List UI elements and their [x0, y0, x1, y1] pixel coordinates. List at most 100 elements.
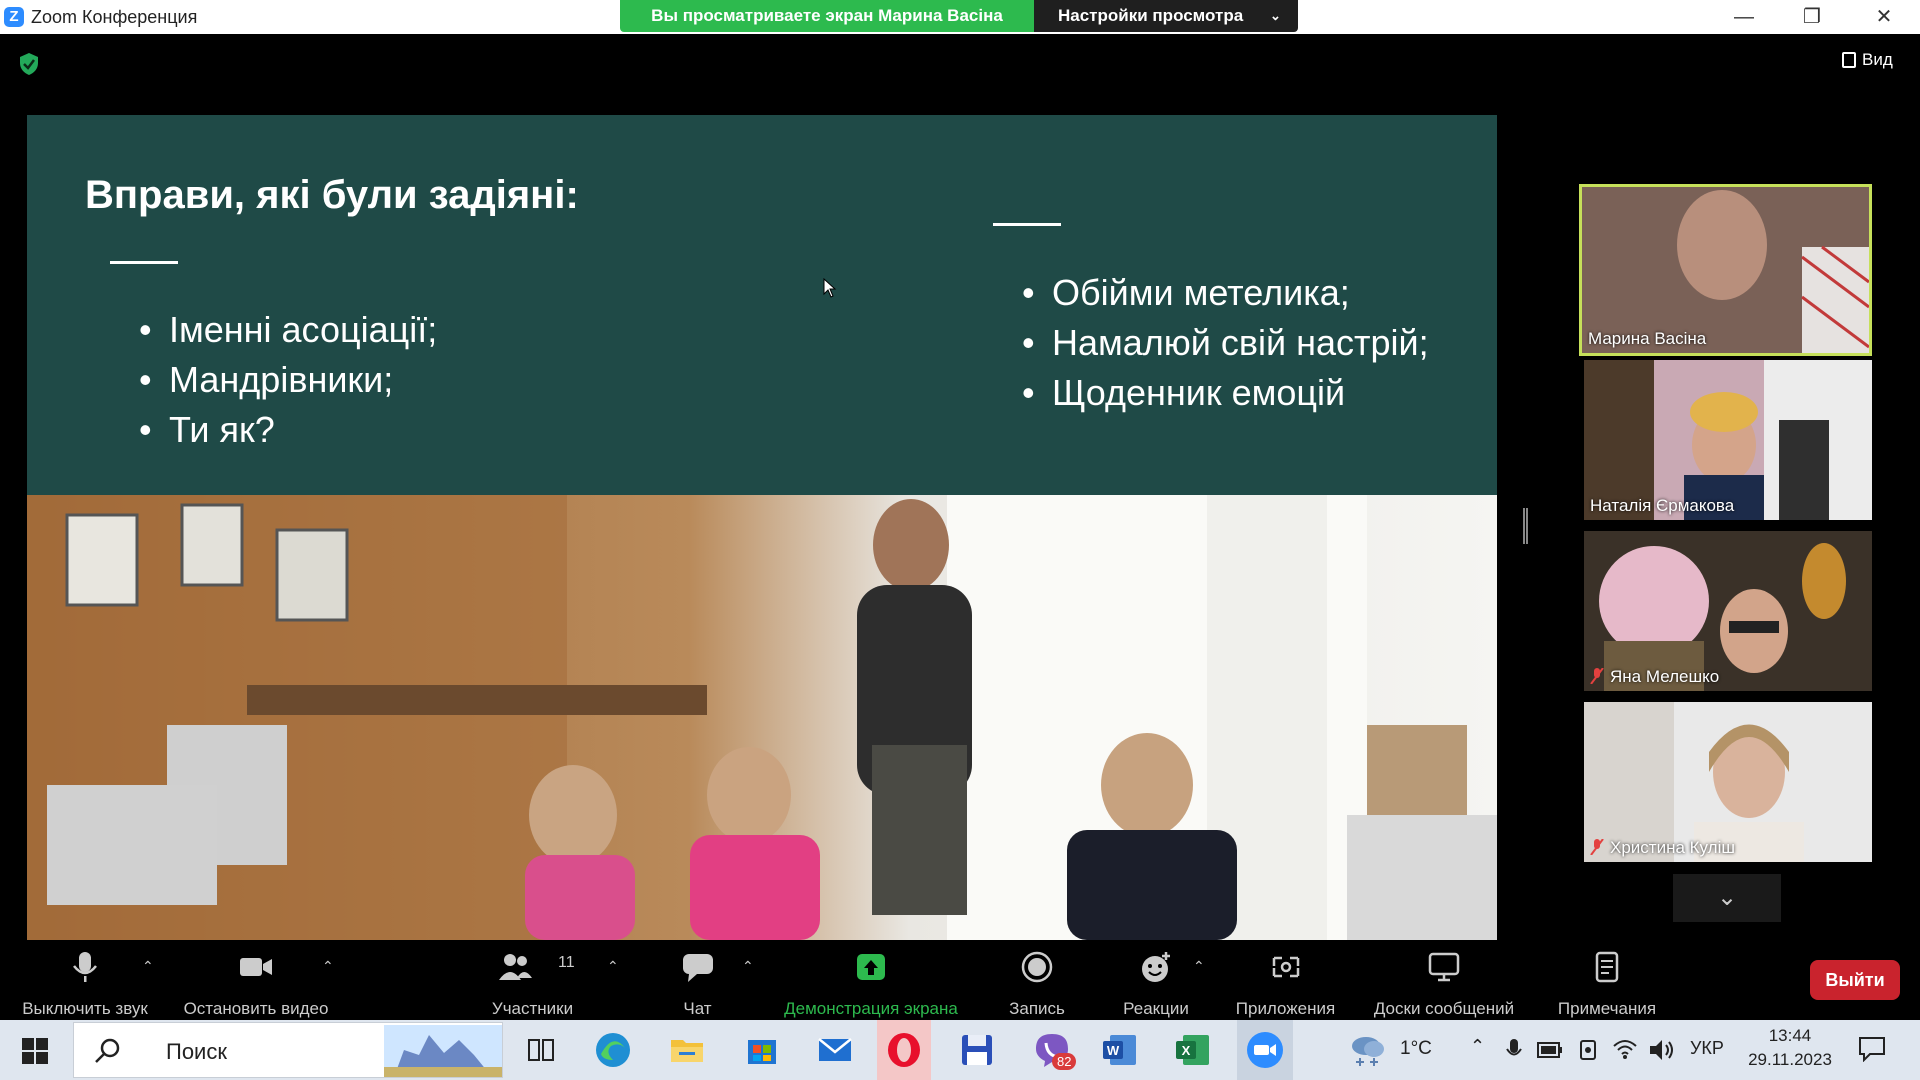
apps-icon	[1272, 956, 1299, 978]
leave-meeting-button[interactable]: Выйти	[1810, 960, 1900, 1000]
mail-icon[interactable]	[815, 1030, 855, 1070]
reactions-button[interactable]: Реакции	[1116, 940, 1196, 1020]
wifi-icon[interactable]	[1612, 1038, 1638, 1060]
classroom-photo	[27, 495, 1497, 940]
notes-button[interactable]: Примечания	[1548, 940, 1666, 1020]
stop-video-button[interactable]: Остановить видео	[175, 940, 337, 1020]
slide-title: Вправи, які були задіяні:	[85, 173, 579, 217]
audio-options-caret[interactable]: ⌃	[142, 958, 154, 975]
windows-taskbar: Поиск 82 W X 1°C ⌃ УКР 13:44 29.11.2023	[0, 1020, 1920, 1080]
mouse-cursor-icon	[823, 278, 837, 298]
minimize-button[interactable]: —	[1710, 0, 1778, 34]
participant-name: Марина Васіна	[1588, 329, 1707, 348]
chat-button[interactable]: Чат	[660, 940, 735, 1020]
decorative-line	[110, 261, 178, 264]
chat-label: Чат	[683, 999, 712, 1018]
restore-button[interactable]: ❐	[1778, 0, 1846, 34]
edge-browser-icon[interactable]	[593, 1030, 633, 1070]
participants-count: 11	[558, 954, 575, 971]
list-item: Обійми метелика;	[1022, 268, 1442, 318]
svg-text:W: W	[1107, 1043, 1120, 1058]
participant-name: Христина Куліш	[1610, 838, 1736, 857]
apps-button[interactable]: Приложения	[1228, 940, 1343, 1020]
window-title: Zoom Конференция	[31, 7, 198, 27]
file-explorer-icon[interactable]	[667, 1030, 707, 1070]
record-button[interactable]: Запись	[997, 940, 1077, 1020]
participants-label: Участники	[491, 999, 574, 1018]
whiteboards-label: Доски сообщений	[1373, 999, 1515, 1018]
scroll-participants-down-button[interactable]: ⌄	[1673, 874, 1781, 922]
chevron-down-icon: ⌄	[1716, 884, 1738, 911]
chevron-up-icon[interactable]: ⌃	[1470, 1036, 1485, 1057]
viber-taskbar-item[interactable]: 82	[1024, 1020, 1080, 1080]
viber-badge: 82	[1052, 1053, 1077, 1070]
chat-options-caret[interactable]: ⌃	[742, 958, 754, 975]
weather-temperature[interactable]: 1°C	[1400, 1038, 1432, 1060]
meeting-toolbar: Выключить звук ⌃ Остановить видео ⌃ 11 У…	[0, 940, 1920, 1020]
stop-video-label: Остановить видео	[183, 999, 329, 1018]
task-view-icon[interactable]	[521, 1030, 561, 1070]
notes-icon	[1595, 951, 1619, 983]
list-item: Ти як?	[139, 405, 437, 455]
notes-label: Примечания	[1557, 999, 1657, 1018]
participant-tile[interactable]: Христина Куліш	[1584, 702, 1872, 862]
participant-tile-active[interactable]: Марина Васіна	[1579, 184, 1872, 356]
notifications-icon[interactable]	[1858, 1036, 1886, 1062]
share-screen-label: Демонстрация экрана	[784, 999, 958, 1018]
share-screen-button[interactable]: Демонстрация экрана	[778, 940, 964, 1020]
chat-bubble-icon	[682, 954, 713, 982]
decorative-line	[993, 223, 1061, 226]
zoom-app-icon	[1247, 1032, 1283, 1068]
volume-icon[interactable]	[1648, 1038, 1674, 1062]
participant-name: Наталія Єрмакова	[1590, 496, 1735, 515]
weather-snow-icon[interactable]	[1348, 1032, 1388, 1068]
taskbar-clock[interactable]: 13:44 29.11.2023	[1740, 1026, 1840, 1070]
zoom-taskbar-item[interactable]	[1237, 1020, 1293, 1080]
zoom-logo-icon: Z	[4, 7, 24, 27]
video-options-caret[interactable]: ⌃	[322, 958, 334, 975]
grid-view-icon	[1842, 52, 1856, 68]
participants-button[interactable]: 11 Участники	[470, 940, 595, 1020]
participant-name: Яна Мелешко	[1610, 667, 1720, 686]
chevron-down-icon: ⌄	[1270, 8, 1281, 23]
microsoft-store-icon[interactable]	[742, 1030, 782, 1070]
view-label: Вид	[1862, 50, 1893, 69]
view-options-label: Настройки просмотра	[1058, 6, 1244, 25]
close-button[interactable]: ✕	[1850, 0, 1918, 34]
whiteboards-button[interactable]: Доски сообщений	[1364, 940, 1524, 1020]
record-icon	[1021, 951, 1053, 983]
battery-icon[interactable]	[1537, 1042, 1563, 1058]
screen-share-banner: Вы просматриваете экран Марина Васіна	[620, 0, 1034, 32]
microphone-tray-icon[interactable]	[1506, 1038, 1522, 1062]
participant-tile[interactable]: Наталія Єрмакова	[1584, 360, 1872, 520]
search-icon	[95, 1038, 120, 1063]
list-item: Мандрівники;	[139, 355, 437, 405]
excel-icon[interactable]: X	[1173, 1030, 1213, 1070]
participants-icon	[498, 954, 532, 980]
mute-button[interactable]: Выключить звук	[10, 940, 160, 1020]
device-tray-icon[interactable]	[1578, 1038, 1600, 1062]
taskbar-search-box[interactable]: Поиск	[73, 1022, 503, 1078]
view-options-dropdown[interactable]: Настройки просмотра ⌄	[1034, 0, 1298, 32]
view-button[interactable]: Вид	[1842, 50, 1893, 70]
floppy-save-icon[interactable]	[957, 1030, 997, 1070]
clock-date: 29.11.2023	[1748, 1050, 1832, 1069]
mic-muted-icon	[1590, 839, 1604, 855]
security-shield-icon[interactable]	[18, 52, 40, 76]
language-indicator[interactable]: УКР	[1690, 1038, 1724, 1059]
mic-muted-icon	[1590, 668, 1604, 684]
participants-options-caret[interactable]: ⌃	[607, 958, 619, 975]
microphone-icon	[73, 952, 97, 982]
search-label: Поиск	[166, 1039, 227, 1064]
panel-resize-handle[interactable]	[1523, 508, 1528, 544]
search-highlight-icon	[384, 1025, 502, 1077]
participant-tile[interactable]: Яна Мелешко	[1584, 531, 1872, 691]
word-icon[interactable]: W	[1100, 1030, 1140, 1070]
exercise-list-right: Обійми метелика; Намалюй свій настрій; Щ…	[1022, 268, 1442, 418]
windows-start-icon[interactable]	[22, 1038, 48, 1064]
apps-label: Приложения	[1235, 999, 1336, 1018]
share-screen-icon	[857, 954, 885, 980]
opera-taskbar-item[interactable]	[877, 1020, 931, 1080]
exercise-list-left: Іменні асоціації; Мандрівники; Ти як?	[139, 305, 437, 455]
reactions-options-caret[interactable]: ⌃	[1193, 958, 1205, 975]
